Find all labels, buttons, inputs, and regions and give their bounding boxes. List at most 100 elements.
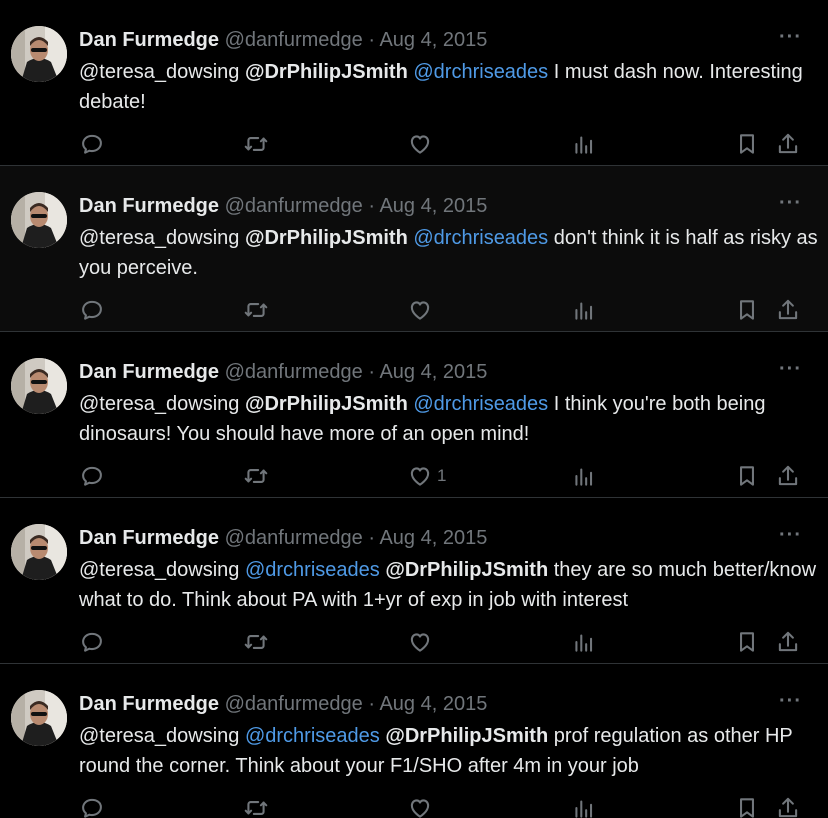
bookmark-button[interactable] [734, 462, 760, 490]
author-name[interactable]: Dan Furmedge [79, 195, 219, 217]
bookmark-icon [740, 632, 754, 652]
bookmark-button[interactable] [734, 794, 760, 818]
mention-link[interactable]: @teresa_dowsing [79, 61, 245, 83]
mention-link[interactable]: @DrPhilipJSmith [245, 61, 408, 83]
mention-link[interactable]: @DrPhilipJSmith [245, 227, 408, 249]
share-button[interactable] [775, 296, 801, 324]
tweet-header: Dan Furmedge @danfurmedge · Aug 4, 2015 [79, 27, 778, 53]
reply-button[interactable] [79, 628, 105, 656]
action-bar [79, 794, 802, 818]
mention-link[interactable]: @drchriseades [413, 61, 548, 83]
tweet-date[interactable]: · Aug 4, 2015 [368, 195, 487, 217]
views-icon [575, 136, 593, 154]
avatar[interactable] [11, 524, 67, 580]
reply-icon [82, 632, 102, 652]
author-handle[interactable]: @danfurmedge [225, 29, 363, 51]
like-icon [410, 135, 430, 154]
mention-link[interactable]: @DrPhilipJSmith [385, 725, 548, 747]
more-icon[interactable]: ··· [779, 691, 802, 711]
like-button[interactable] [407, 628, 437, 656]
share-button[interactable] [775, 130, 801, 158]
tweet-date[interactable]: · Aug 4, 2015 [368, 29, 487, 51]
retweet-icon [244, 137, 268, 151]
mention-link[interactable]: @drchriseades [245, 725, 380, 747]
mention-link[interactable]: @teresa_dowsing [79, 725, 245, 747]
mention-link[interactable]: @drchriseades [245, 559, 380, 581]
bookmark-icon [740, 300, 754, 320]
share-button[interactable] [775, 794, 801, 818]
mention-link[interactable]: @teresa_dowsing [79, 227, 245, 249]
author-handle[interactable]: @danfurmedge [225, 361, 363, 383]
author-handle[interactable]: @danfurmedge [225, 527, 363, 549]
tweet-date[interactable]: · Aug 4, 2015 [368, 527, 487, 549]
tweet[interactable]: Dan Furmedge @danfurmedge · Aug 4, 2015 … [0, 664, 828, 818]
author-name[interactable]: Dan Furmedge [79, 361, 219, 383]
views-button[interactable] [571, 628, 597, 656]
mention-link[interactable]: @teresa_dowsing [79, 393, 245, 415]
bookmark-button[interactable] [734, 130, 760, 158]
views-button[interactable] [571, 296, 597, 324]
avatar[interactable] [11, 26, 67, 82]
mention-link[interactable]: @DrPhilipJSmith [385, 559, 548, 581]
avatar-photo [11, 524, 67, 580]
avatar[interactable] [11, 192, 67, 248]
like-button[interactable] [407, 296, 437, 324]
like-button[interactable] [407, 794, 437, 818]
mention-link[interactable]: @DrPhilipJSmith [245, 393, 408, 415]
tweet-date[interactable]: · Aug 4, 2015 [368, 361, 487, 383]
like-button[interactable]: 1 [407, 462, 446, 490]
tweet-header: Dan Furmedge @danfurmedge · Aug 4, 2015 [79, 193, 778, 219]
views-button[interactable] [571, 794, 597, 818]
retweet-button[interactable] [243, 628, 269, 656]
avatar[interactable] [11, 358, 67, 414]
share-icon [778, 133, 798, 154]
bookmark-button[interactable] [734, 296, 760, 324]
retweet-button[interactable] [243, 794, 269, 818]
author-name[interactable]: Dan Furmedge [79, 693, 219, 715]
tweet-text: @teresa_dowsing @DrPhilipJSmith @drchris… [79, 223, 819, 283]
share-button[interactable] [775, 628, 801, 656]
reply-button[interactable] [79, 130, 105, 158]
like-button[interactable] [407, 130, 437, 158]
author-handle[interactable]: @danfurmedge [225, 693, 363, 715]
retweet-button[interactable] [243, 130, 269, 158]
tweet-feed: Dan Furmedge @danfurmedge · Aug 4, 2015 … [0, 0, 828, 818]
tweet-date[interactable]: · Aug 4, 2015 [368, 693, 487, 715]
action-bar [79, 296, 802, 324]
retweet-button[interactable] [243, 462, 269, 490]
share-icon [778, 299, 798, 320]
mention-link[interactable]: @drchriseades [413, 227, 548, 249]
author-handle[interactable]: @danfurmedge [225, 195, 363, 217]
bookmark-icon [740, 466, 754, 486]
retweet-button[interactable] [243, 296, 269, 324]
tweet-text: @teresa_dowsing @drchriseades @DrPhilipJ… [79, 721, 819, 781]
tweet[interactable]: Dan Furmedge @danfurmedge · Aug 4, 2015 … [0, 166, 828, 332]
tweet-header: Dan Furmedge @danfurmedge · Aug 4, 2015 [79, 691, 778, 717]
views-button[interactable] [571, 130, 597, 158]
author-name[interactable]: Dan Furmedge [79, 527, 219, 549]
avatar[interactable] [11, 690, 67, 746]
tweet[interactable]: Dan Furmedge @danfurmedge · Aug 4, 2015 … [0, 332, 828, 498]
views-button[interactable] [571, 462, 597, 490]
reply-button[interactable] [79, 794, 105, 818]
more-icon[interactable]: ··· [779, 27, 802, 47]
tweet-text: @teresa_dowsing @DrPhilipJSmith @drchris… [79, 389, 819, 449]
reply-button[interactable] [79, 296, 105, 324]
more-icon[interactable]: ··· [779, 525, 802, 545]
mention-link[interactable]: @teresa_dowsing [79, 559, 245, 581]
mention-link[interactable]: @drchriseades [413, 393, 548, 415]
more-icon[interactable]: ··· [779, 193, 802, 213]
share-button[interactable] [775, 462, 801, 490]
bookmark-button[interactable] [734, 628, 760, 656]
author-name[interactable]: Dan Furmedge [79, 29, 219, 51]
avatar-photo [11, 192, 67, 248]
reply-button[interactable] [79, 462, 105, 490]
tweet[interactable]: Dan Furmedge @danfurmedge · Aug 4, 2015 … [0, 498, 828, 664]
tweet[interactable]: Dan Furmedge @danfurmedge · Aug 4, 2015 … [0, 0, 828, 166]
bookmark-icon [740, 134, 754, 154]
retweet-icon [244, 469, 268, 483]
tweet-text: @teresa_dowsing @drchriseades @DrPhilipJ… [79, 555, 819, 615]
reply-icon [82, 300, 102, 320]
more-icon[interactable]: ··· [779, 359, 802, 379]
tweet-header: Dan Furmedge @danfurmedge · Aug 4, 2015 [79, 525, 778, 551]
